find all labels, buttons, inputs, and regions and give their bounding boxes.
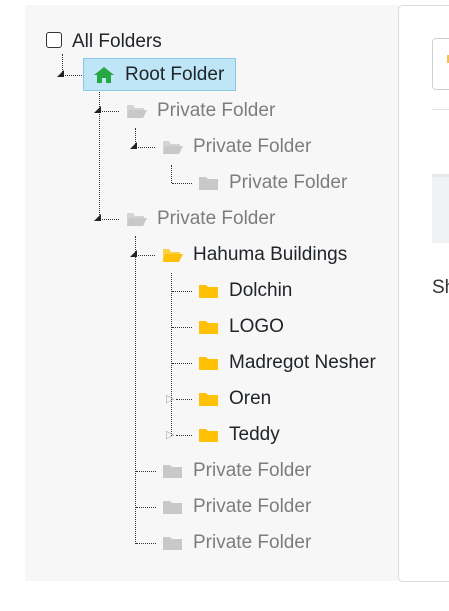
- tree-connector: [176, 399, 192, 400]
- collapsed-expander-icon[interactable]: ▷: [166, 394, 174, 405]
- expander-toggle[interactable]: [57, 70, 64, 77]
- folder-node[interactable]: Private Folder: [162, 492, 311, 522]
- expander-toggle[interactable]: [94, 106, 101, 113]
- folder-label: Private Folder: [193, 532, 312, 553]
- tree-connector: [136, 543, 156, 544]
- collapsed-expander-icon[interactable]: ▷: [166, 430, 174, 441]
- folder-label: Private Folder: [193, 496, 312, 517]
- tree-connector: [171, 273, 172, 436]
- folder-label: Madregot Nesher: [229, 352, 376, 373]
- tree-connector: [100, 111, 119, 112]
- folder-label: Private Folder: [157, 208, 276, 229]
- folder-icon: [162, 497, 184, 517]
- tree-connector: [136, 255, 155, 256]
- folder-node[interactable]: Hahuma Buildings: [162, 240, 347, 270]
- expander-toggle[interactable]: [130, 142, 137, 149]
- folder-label: Oren: [229, 388, 272, 409]
- root-folder-label: Root Folder: [125, 63, 225, 85]
- folder-label: Private Folder: [193, 460, 312, 481]
- folder-icon: [162, 461, 184, 481]
- folder-open-icon: [126, 209, 148, 229]
- details-text: Sh: [432, 277, 449, 298]
- folder-node[interactable]: Private Folder: [198, 168, 347, 198]
- folder-node[interactable]: Private Folder: [162, 456, 311, 486]
- tree-connector: [172, 291, 192, 292]
- folder-icon: [162, 533, 184, 553]
- folder-node[interactable]: LOGO: [198, 312, 284, 342]
- folder-icon: [198, 281, 220, 301]
- folder-node[interactable]: Private Folder: [126, 96, 275, 126]
- folder-node[interactable]: Private Folder: [126, 204, 275, 234]
- folder-node[interactable]: Dolchin: [198, 276, 292, 306]
- folder-open-icon: [126, 101, 148, 121]
- tree-connector: [63, 75, 82, 76]
- tree-connector: [135, 236, 136, 544]
- folder-icon: [198, 317, 220, 337]
- tree-connector: [176, 435, 192, 436]
- details-control[interactable]: [432, 38, 449, 90]
- folder-node[interactable]: Private Folder: [162, 528, 311, 558]
- folder-icon: [198, 389, 220, 409]
- folder-label: Private Folder: [157, 100, 276, 121]
- table-header-area: [432, 174, 449, 243]
- tree-connector: [172, 363, 192, 364]
- expander-toggle[interactable]: [130, 250, 137, 257]
- folder-node[interactable]: Teddy: [198, 420, 280, 450]
- folder-label: Teddy: [229, 424, 280, 445]
- home-icon: [93, 65, 115, 85]
- tree-connector: [136, 507, 156, 508]
- tree-connector: [171, 165, 172, 183]
- all-folders-label: All Folders: [72, 31, 162, 52]
- tree-connector: [172, 183, 192, 184]
- folder-node[interactable]: Private Folder: [162, 132, 311, 162]
- folder-label: LOGO: [229, 316, 284, 337]
- tree-connector: [136, 147, 155, 148]
- folder-icon: [198, 173, 220, 193]
- folder-label: Private Folder: [229, 172, 348, 193]
- folder-node[interactable]: Oren: [198, 384, 271, 414]
- root-folder-node[interactable]: Root Folder: [83, 58, 236, 91]
- folder-label: Hahuma Buildings: [193, 244, 348, 265]
- tree-connector: [172, 327, 192, 328]
- folder-node[interactable]: Madregot Nesher: [198, 348, 376, 378]
- expander-toggle[interactable]: [94, 214, 101, 221]
- folder-icon: [198, 353, 220, 373]
- all-folders-checkbox[interactable]: [46, 32, 62, 48]
- folder-label: Private Folder: [193, 136, 312, 157]
- tree-connector: [100, 219, 119, 220]
- details-card: Sh: [398, 5, 449, 582]
- tree-connector: [136, 471, 156, 472]
- divider: [432, 109, 449, 110]
- folder-label: Dolchin: [229, 280, 293, 301]
- folder-open-icon: [162, 245, 184, 265]
- folder-open-icon: [162, 137, 184, 157]
- folder-icon: [198, 425, 220, 445]
